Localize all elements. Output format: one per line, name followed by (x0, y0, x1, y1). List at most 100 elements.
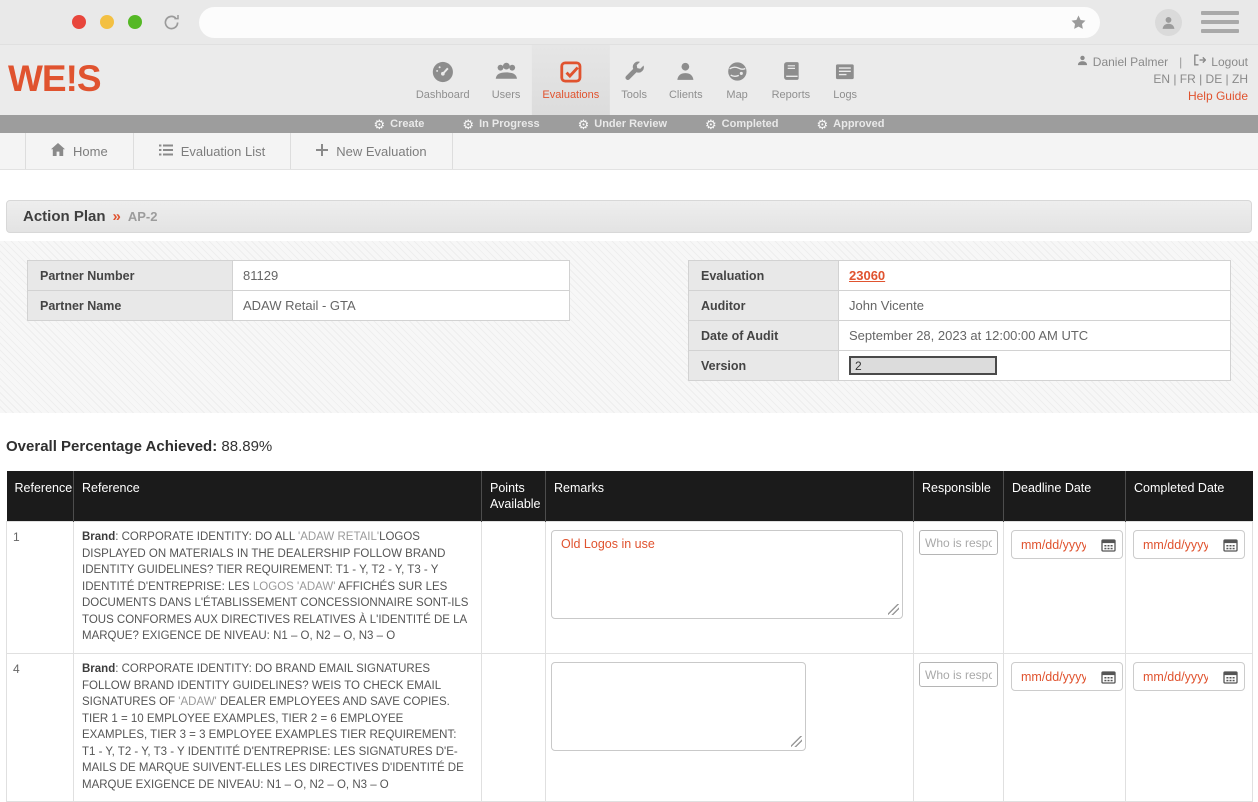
book-icon (778, 58, 803, 85)
address-bar[interactable] (199, 7, 1100, 38)
main-nav: Dashboard Users Evaluations Tools (405, 45, 869, 115)
completed-date-input[interactable] (1133, 662, 1245, 691)
language-switcher[interactable]: EN | FR | DE | ZH (1077, 71, 1248, 88)
nav-item-evaluations[interactable]: Evaluations (531, 45, 610, 115)
responsible-input[interactable] (919, 662, 998, 687)
tab-home[interactable]: Home (25, 133, 134, 169)
date-of-audit-value: September 28, 2023 at 12:00:00 AM UTC (839, 321, 1231, 351)
gear-icon: ⚙ (578, 118, 590, 131)
table-row: Partner Name ADAW Retail - GTA (28, 291, 570, 321)
person-icon (673, 58, 698, 85)
evaluation-info-table: Evaluation 23060 Auditor John Vicente Da… (688, 260, 1231, 381)
page: WE!S Dashboard Users Evaluations (0, 0, 1258, 802)
gear-icon: ⚙ (817, 118, 829, 131)
table-row: Evaluation 23060 (689, 261, 1231, 291)
nav-item-map[interactable]: Map (714, 45, 761, 115)
nav-label: Users (492, 89, 521, 101)
calendar-icon[interactable] (1101, 538, 1116, 552)
nav-item-clients[interactable]: Clients (658, 45, 714, 115)
home-icon (51, 143, 65, 159)
reload-icon[interactable] (162, 13, 181, 32)
nav-label: Clients (669, 89, 703, 101)
field-label: Date of Audit (689, 321, 839, 351)
auditor-value: John Vicente (839, 291, 1231, 321)
separator: | (1179, 54, 1182, 71)
user-block: Daniel Palmer | Logout EN | FR | DE | ZH… (1077, 54, 1248, 105)
user-name[interactable]: Daniel Palmer (1093, 54, 1168, 71)
nav-item-reports[interactable]: Reports (761, 45, 822, 115)
responsible-input[interactable] (919, 530, 998, 555)
field-label: Version (689, 351, 839, 381)
workflow-status-bar: ⚙Create ⚙In Progress ⚙Under Review ⚙Comp… (0, 115, 1258, 133)
calendar-icon[interactable] (1223, 538, 1238, 552)
status-item-under-review[interactable]: ⚙Under Review (578, 118, 667, 131)
nav-label: Tools (621, 89, 647, 101)
checkbox-check-icon (558, 58, 584, 85)
action-plan-header: Action Plan » AP-2 (6, 200, 1252, 233)
list-box-icon (832, 58, 858, 85)
version-input[interactable] (849, 356, 997, 375)
remarks-textarea[interactable] (551, 530, 903, 619)
status-item-completed[interactable]: ⚙Completed (705, 118, 779, 131)
nav-label: Evaluations (542, 89, 599, 101)
table-header-row: Reference Reference Points Available Rem… (7, 471, 1253, 522)
nav-item-users[interactable]: Users (481, 45, 532, 115)
deadline-date-input[interactable] (1011, 530, 1123, 559)
table-row: Date of Audit September 28, 2023 at 12:0… (689, 321, 1231, 351)
evaluation-link[interactable]: 23060 (849, 268, 885, 283)
status-item-in-progress[interactable]: ⚙In Progress (462, 118, 539, 131)
browser-menu-icon[interactable] (1201, 11, 1239, 33)
bookmark-star-icon[interactable] (1070, 14, 1087, 31)
table-row: 1 Brand: CORPORATE IDENTITY: DO ALL 'ADA… (7, 522, 1253, 654)
browser-profile-icon[interactable] (1155, 9, 1182, 36)
col-header-completed-date: Completed Date (1126, 471, 1253, 522)
status-item-create[interactable]: ⚙Create (374, 118, 425, 131)
maximize-window-icon[interactable] (128, 15, 142, 29)
weis-logo[interactable]: WE!S (8, 58, 101, 100)
calendar-icon[interactable] (1223, 670, 1238, 684)
field-label: Evaluation (689, 261, 839, 291)
info-panel: Partner Number 81129 Partner Name ADAW R… (0, 241, 1258, 413)
minimize-window-icon[interactable] (100, 15, 114, 29)
browser-toolbar (0, 0, 1258, 45)
overall-percentage: Overall Percentage Achieved: 88.89% (6, 438, 1258, 455)
partner-number-value: 81129 (233, 261, 570, 291)
nav-item-dashboard[interactable]: Dashboard (405, 45, 481, 115)
tab-evaluation-list[interactable]: Evaluation List (134, 133, 292, 169)
calendar-icon[interactable] (1101, 670, 1116, 684)
row-reference-number: 4 (7, 654, 74, 802)
partner-info-table: Partner Number 81129 Partner Name ADAW R… (27, 260, 570, 321)
nav-label: Logs (833, 89, 857, 101)
col-header-points-available: Points Available (482, 471, 546, 522)
table-row: Auditor John Vicente (689, 291, 1231, 321)
row-points-available (482, 654, 546, 802)
remarks-textarea[interactable] (551, 662, 806, 751)
row-reference-text: Brand: CORPORATE IDENTITY: DO ALL 'ADAW … (74, 522, 482, 654)
status-item-approved[interactable]: ⚙Approved (817, 118, 885, 131)
row-reference-text: Brand: CORPORATE IDENTITY: DO BRAND EMAI… (74, 654, 482, 802)
logout-link[interactable]: Logout (1211, 54, 1248, 71)
row-reference-number: 1 (7, 522, 74, 654)
field-label: Partner Number (28, 261, 233, 291)
nav-label: Reports (772, 89, 811, 101)
field-label: Auditor (689, 291, 839, 321)
col-header-remarks: Remarks (546, 471, 914, 522)
partner-name-value: ADAW Retail - GTA (233, 291, 570, 321)
table-row: Partner Number 81129 (28, 261, 570, 291)
tab-new-evaluation[interactable]: New Evaluation (291, 133, 452, 169)
nav-item-logs[interactable]: Logs (821, 45, 869, 115)
url-input[interactable] (199, 15, 1070, 30)
action-table-body: 1 Brand: CORPORATE IDENTITY: DO ALL 'ADA… (7, 522, 1253, 802)
app-header: WE!S Dashboard Users Evaluations (0, 45, 1258, 115)
completed-date-input[interactable] (1133, 530, 1245, 559)
nav-item-tools[interactable]: Tools (610, 45, 658, 115)
help-guide-link[interactable]: Help Guide (1188, 89, 1248, 103)
deadline-date-input[interactable] (1011, 662, 1123, 691)
globe-icon (725, 58, 750, 85)
breadcrumb-chevron-icon: » (113, 208, 121, 225)
wrench-icon (622, 58, 647, 85)
table-row: Version (689, 351, 1231, 381)
close-window-icon[interactable] (72, 15, 86, 29)
plus-icon (316, 144, 328, 159)
window-controls (72, 15, 142, 29)
